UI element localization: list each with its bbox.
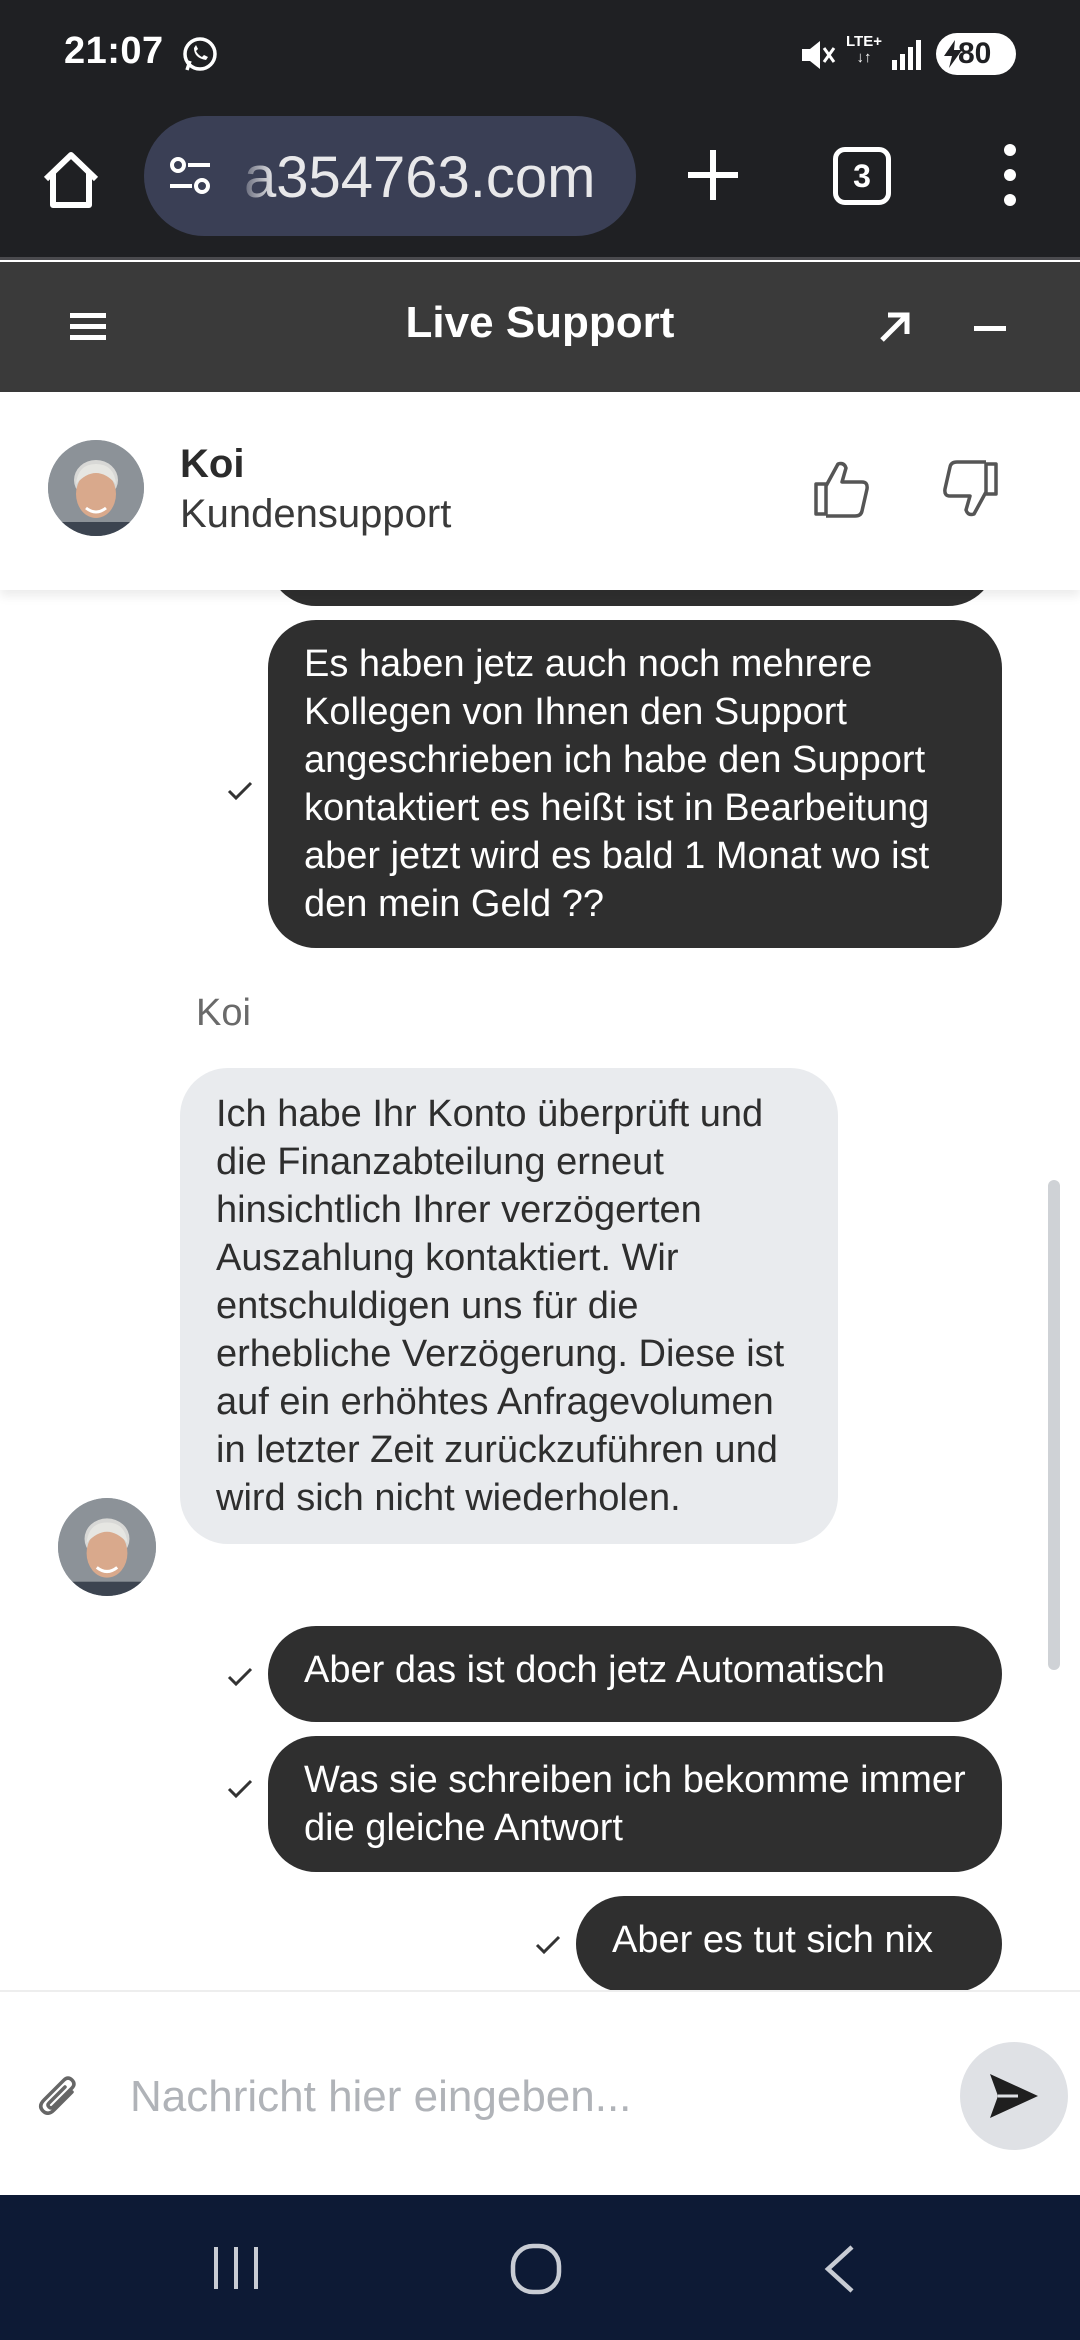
- minimize-icon[interactable]: [970, 302, 1010, 352]
- chat-scrollbar[interactable]: [1048, 1180, 1060, 1670]
- whatsapp-icon: [183, 37, 217, 71]
- agent-message-avatar: [58, 1498, 156, 1596]
- message-input[interactable]: [130, 2052, 930, 2142]
- url-fade: [234, 116, 274, 236]
- user-message-bubble: Was sie schreiben ich bekomme immer die …: [268, 1736, 1002, 1872]
- send-icon: [990, 2074, 1038, 2118]
- popout-icon[interactable]: [874, 306, 916, 348]
- address-bar[interactable]: a354763.com: [144, 116, 636, 236]
- tab-switcher-button[interactable]: 3: [833, 147, 891, 205]
- previous-message-bubble: [268, 590, 996, 606]
- back-icon[interactable]: [820, 2241, 860, 2297]
- site-settings-icon[interactable]: [166, 154, 214, 198]
- status-bar: 21:07 LTE+ ↓↑ 80: [0, 0, 1080, 110]
- agent-message-bubble: Ich habe Ihr Konto überprüft und die Fin…: [180, 1068, 838, 1544]
- system-nav-bar: [0, 2195, 1080, 2340]
- agent-name: Koi: [180, 442, 245, 486]
- home-icon[interactable]: [508, 2241, 564, 2297]
- url-text: a354763.com: [244, 145, 596, 210]
- agent-info: Koi Kundensupport: [0, 392, 1080, 590]
- message-sender-name: Koi: [196, 992, 251, 1034]
- support-title: Live Support: [405, 298, 675, 347]
- user-message-bubble: Aber das ist doch jetz Automatisch: [268, 1626, 1002, 1722]
- browser-home-button[interactable]: [36, 145, 106, 215]
- battery-icon: 80: [936, 33, 1016, 75]
- sent-check-icon: [535, 1935, 561, 1955]
- thumbs-down-icon[interactable]: [938, 458, 1000, 520]
- sent-check-icon: [227, 1667, 253, 1687]
- status-time: 21:07: [64, 30, 164, 72]
- support-header: Live Support: [0, 262, 1080, 392]
- user-message-bubble: Es haben jetz auch noch mehrere Kollegen…: [268, 620, 1002, 948]
- agent-avatar: [48, 440, 144, 536]
- send-button[interactable]: [960, 2042, 1068, 2150]
- sent-check-icon: [227, 1779, 253, 1799]
- attachment-icon[interactable]: [36, 2072, 84, 2124]
- message-composer: [0, 1990, 1080, 2195]
- message-text: Es haben jetz auch noch mehrere Kollegen…: [304, 643, 930, 925]
- network-indicator: LTE+ ↓↑: [846, 33, 882, 66]
- agent-role: Kundensupport: [180, 492, 452, 536]
- browser-toolbar: a354763.com 3: [0, 110, 1080, 260]
- signal-icon: [892, 40, 921, 70]
- thumbs-up-icon[interactable]: [812, 458, 874, 520]
- message-text: Was sie schreiben ich bekomme immer die …: [304, 1759, 966, 1849]
- recents-icon[interactable]: [210, 2245, 262, 2291]
- user-message-bubble: Aber es tut sich nix: [576, 1896, 1002, 1990]
- sent-check-icon: [227, 781, 253, 801]
- new-tab-button[interactable]: [680, 142, 746, 208]
- message-text: Aber es tut sich nix: [612, 1919, 934, 1961]
- browser-menu-button[interactable]: [990, 140, 1030, 210]
- mute-icon: [802, 41, 836, 69]
- message-text: Ich habe Ihr Konto überprüft und die Fin…: [216, 1093, 785, 1519]
- chat-messages[interactable]: Es haben jetz auch noch mehrere Kollegen…: [0, 590, 1080, 1990]
- message-text: Aber das ist doch jetz Automatisch: [304, 1649, 885, 1691]
